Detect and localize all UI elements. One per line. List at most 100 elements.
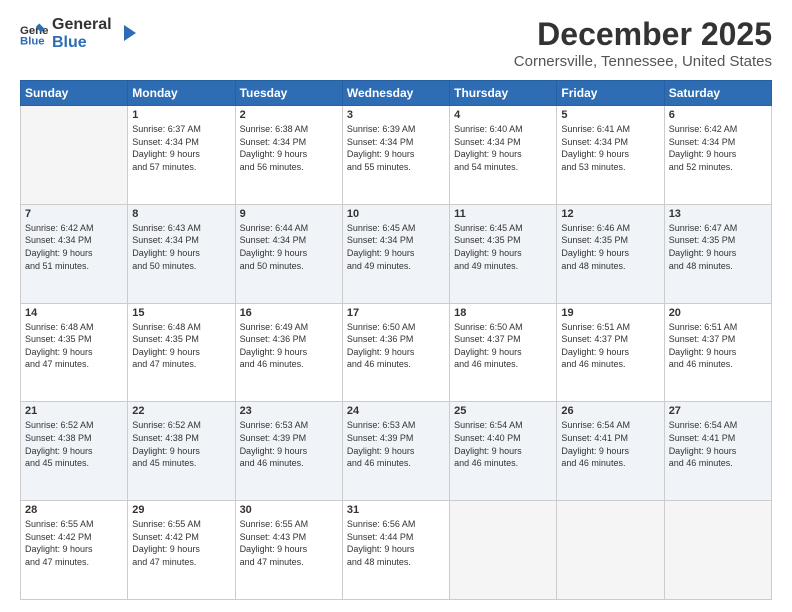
calendar-day-cell: 6Sunrise: 6:42 AM Sunset: 4:34 PM Daylig…: [664, 106, 771, 205]
day-info: Sunrise: 6:47 AM Sunset: 4:35 PM Dayligh…: [669, 222, 767, 272]
day-info: Sunrise: 6:54 AM Sunset: 4:41 PM Dayligh…: [669, 419, 767, 469]
calendar-day-cell: 21 Sunrise: 6:52 AM Sunset: 4:38 PM Dayli…: [21, 402, 128, 501]
calendar-day-cell: 20Sunrise: 6:51 AM Sunset: 4:37 PM Dayli…: [664, 303, 771, 402]
calendar-day-cell: [21, 106, 128, 205]
svg-text:Blue: Blue: [20, 35, 45, 47]
day-number: 21: [25, 405, 123, 417]
day-number: 1: [132, 109, 230, 121]
calendar-day-cell: 5 Sunrise: 6:41 AM Sunset: 4:34 PM Daylig…: [557, 106, 664, 205]
day-number: 7: [25, 208, 123, 220]
logo-triangle-icon: [116, 23, 138, 45]
day-number: 10: [347, 208, 445, 220]
day-number: 5: [561, 109, 659, 121]
calendar-day-cell: 29Sunrise: 6:55 AM Sunset: 4:42 PM Dayli…: [128, 501, 235, 600]
calendar-day-cell: 30 Sunrise: 6:55 AM Sunset: 4:43 PM Dayli…: [235, 501, 342, 600]
calendar-week-row: 28 Sunrise: 6:55 AM Sunset: 4:42 PM Dayli…: [21, 501, 772, 600]
calendar-week-row: 14 Sunrise: 6:48 AM Sunset: 4:35 PM Dayli…: [21, 303, 772, 402]
calendar-day-cell: 31Sunrise: 6:56 AM Sunset: 4:44 PM Dayli…: [342, 501, 449, 600]
day-number: 13: [669, 208, 767, 220]
calendar-day-cell: 16 Sunrise: 6:49 AM Sunset: 4:36 PM Dayli…: [235, 303, 342, 402]
calendar-week-row: 1 Sunrise: 6:37 AM Sunset: 4:34 PM Daylig…: [21, 106, 772, 205]
day-info: Sunrise: 6:55 AM Sunset: 4:43 PM Dayligh…: [240, 518, 338, 568]
col-saturday: Saturday: [664, 81, 771, 106]
logo-icon: General Blue: [20, 20, 48, 48]
day-number: 26: [561, 405, 659, 417]
day-info: Sunrise: 6:45 AM Sunset: 4:34 PM Dayligh…: [347, 222, 445, 272]
calendar-day-cell: 14Sunrise: 6:48 AM Sunset: 4:35 PM Dayli…: [21, 303, 128, 402]
page-subtitle: Cornersville, Tennessee, United States: [514, 53, 772, 70]
calendar-week-row: 21 Sunrise: 6:52 AM Sunset: 4:38 PM Dayli…: [21, 402, 772, 501]
day-info: Sunrise: 6:53 AM Sunset: 4:39 PM Dayligh…: [240, 419, 338, 469]
day-number: 17: [347, 307, 445, 319]
calendar-day-cell: 7 Sunrise: 6:42 AM Sunset: 4:34 PM Daylig…: [21, 204, 128, 303]
title-block: December 2025 Cornersville, Tennessee, U…: [514, 16, 772, 70]
calendar-week-row: 7 Sunrise: 6:42 AM Sunset: 4:34 PM Daylig…: [21, 204, 772, 303]
day-number: 18: [454, 307, 552, 319]
calendar-day-cell: 4 Sunrise: 6:40 AM Sunset: 4:34 PM Daylig…: [450, 106, 557, 205]
day-info: Sunrise: 6:42 AM Sunset: 4:34 PM Dayligh…: [25, 222, 123, 272]
day-number: 24: [347, 405, 445, 417]
day-info: Sunrise: 6:48 AM Sunset: 4:35 PM Dayligh…: [132, 321, 230, 371]
day-info: Sunrise: 6:55 AM Sunset: 4:42 PM Dayligh…: [25, 518, 123, 568]
day-info: Sunrise: 6:41 AM Sunset: 4:34 PM Dayligh…: [561, 123, 659, 173]
calendar-day-cell: 19Sunrise: 6:51 AM Sunset: 4:37 PM Dayli…: [557, 303, 664, 402]
day-info: Sunrise: 6:37 AM Sunset: 4:34 PM Dayligh…: [132, 123, 230, 173]
day-info: Sunrise: 6:54 AM Sunset: 4:41 PM Dayligh…: [561, 419, 659, 469]
col-friday: Friday: [557, 81, 664, 106]
day-number: 30: [240, 504, 338, 516]
day-number: 16: [240, 307, 338, 319]
day-number: 28: [25, 504, 123, 516]
day-number: 4: [454, 109, 552, 121]
calendar-day-cell: [664, 501, 771, 600]
day-info: Sunrise: 6:54 AM Sunset: 4:40 PM Dayligh…: [454, 419, 552, 469]
day-number: 2: [240, 109, 338, 121]
day-info: Sunrise: 6:44 AM Sunset: 4:34 PM Dayligh…: [240, 222, 338, 272]
calendar-day-cell: 24 Sunrise: 6:53 AM Sunset: 4:39 PM Dayli…: [342, 402, 449, 501]
calendar-day-cell: 2 Sunrise: 6:38 AM Sunset: 4:34 PM Daylig…: [235, 106, 342, 205]
day-info: Sunrise: 6:38 AM Sunset: 4:34 PM Dayligh…: [240, 123, 338, 173]
logo-general: General: [52, 16, 112, 34]
day-info: Sunrise: 6:50 AM Sunset: 4:37 PM Dayligh…: [454, 321, 552, 371]
calendar-day-cell: 9 Sunrise: 6:44 AM Sunset: 4:34 PM Daylig…: [235, 204, 342, 303]
logo-blue: Blue: [52, 34, 112, 52]
col-thursday: Thursday: [450, 81, 557, 106]
calendar-day-cell: 25 Sunrise: 6:54 AM Sunset: 4:40 PM Dayli…: [450, 402, 557, 501]
day-info: Sunrise: 6:42 AM Sunset: 4:34 PM Dayligh…: [669, 123, 767, 173]
day-number: 23: [240, 405, 338, 417]
calendar-day-cell: 13 Sunrise: 6:47 AM Sunset: 4:35 PM Dayli…: [664, 204, 771, 303]
day-info: Sunrise: 6:40 AM Sunset: 4:34 PM Dayligh…: [454, 123, 552, 173]
calendar-day-cell: [450, 501, 557, 600]
day-number: 27: [669, 405, 767, 417]
day-info: Sunrise: 6:53 AM Sunset: 4:39 PM Dayligh…: [347, 419, 445, 469]
day-info: Sunrise: 6:49 AM Sunset: 4:36 PM Dayligh…: [240, 321, 338, 371]
day-number: 9: [240, 208, 338, 220]
day-number: 25: [454, 405, 552, 417]
day-number: 3: [347, 109, 445, 121]
day-info: Sunrise: 6:43 AM Sunset: 4:34 PM Dayligh…: [132, 222, 230, 272]
calendar-day-cell: 8 Sunrise: 6:43 AM Sunset: 4:34 PM Daylig…: [128, 204, 235, 303]
day-number: 14: [25, 307, 123, 319]
calendar-day-cell: 17 Sunrise: 6:50 AM Sunset: 4:36 PM Dayli…: [342, 303, 449, 402]
calendar-day-cell: 28 Sunrise: 6:55 AM Sunset: 4:42 PM Dayli…: [21, 501, 128, 600]
calendar-day-cell: 18 Sunrise: 6:50 AM Sunset: 4:37 PM Dayli…: [450, 303, 557, 402]
calendar-day-cell: 22 Sunrise: 6:52 AM Sunset: 4:38 PM Dayli…: [128, 402, 235, 501]
calendar-day-cell: 27 Sunrise: 6:54 AM Sunset: 4:41 PM Dayli…: [664, 402, 771, 501]
calendar-table: Sunday Monday Tuesday Wednesday Thursday…: [20, 80, 772, 600]
calendar-day-cell: 11Sunrise: 6:45 AM Sunset: 4:35 PM Dayli…: [450, 204, 557, 303]
day-info: Sunrise: 6:52 AM Sunset: 4:38 PM Dayligh…: [25, 419, 123, 469]
day-info: Sunrise: 6:50 AM Sunset: 4:36 PM Dayligh…: [347, 321, 445, 371]
calendar-day-cell: 23 Sunrise: 6:53 AM Sunset: 4:39 PM Dayli…: [235, 402, 342, 501]
calendar-day-cell: 1 Sunrise: 6:37 AM Sunset: 4:34 PM Daylig…: [128, 106, 235, 205]
col-tuesday: Tuesday: [235, 81, 342, 106]
calendar-day-cell: 26 Sunrise: 6:54 AM Sunset: 4:41 PM Dayli…: [557, 402, 664, 501]
calendar-day-cell: 15 Sunrise: 6:48 AM Sunset: 4:35 PM Dayli…: [128, 303, 235, 402]
day-number: 15: [132, 307, 230, 319]
day-number: 22: [132, 405, 230, 417]
day-info: Sunrise: 6:55 AM Sunset: 4:42 PM Dayligh…: [132, 518, 230, 568]
day-info: Sunrise: 6:51 AM Sunset: 4:37 PM Dayligh…: [561, 321, 659, 371]
day-number: 8: [132, 208, 230, 220]
day-info: Sunrise: 6:39 AM Sunset: 4:34 PM Dayligh…: [347, 123, 445, 173]
day-info: Sunrise: 6:52 AM Sunset: 4:38 PM Dayligh…: [132, 419, 230, 469]
header: General Blue General Blue December 2025 …: [20, 16, 772, 70]
calendar-day-cell: 3 Sunrise: 6:39 AM Sunset: 4:34 PM Daylig…: [342, 106, 449, 205]
